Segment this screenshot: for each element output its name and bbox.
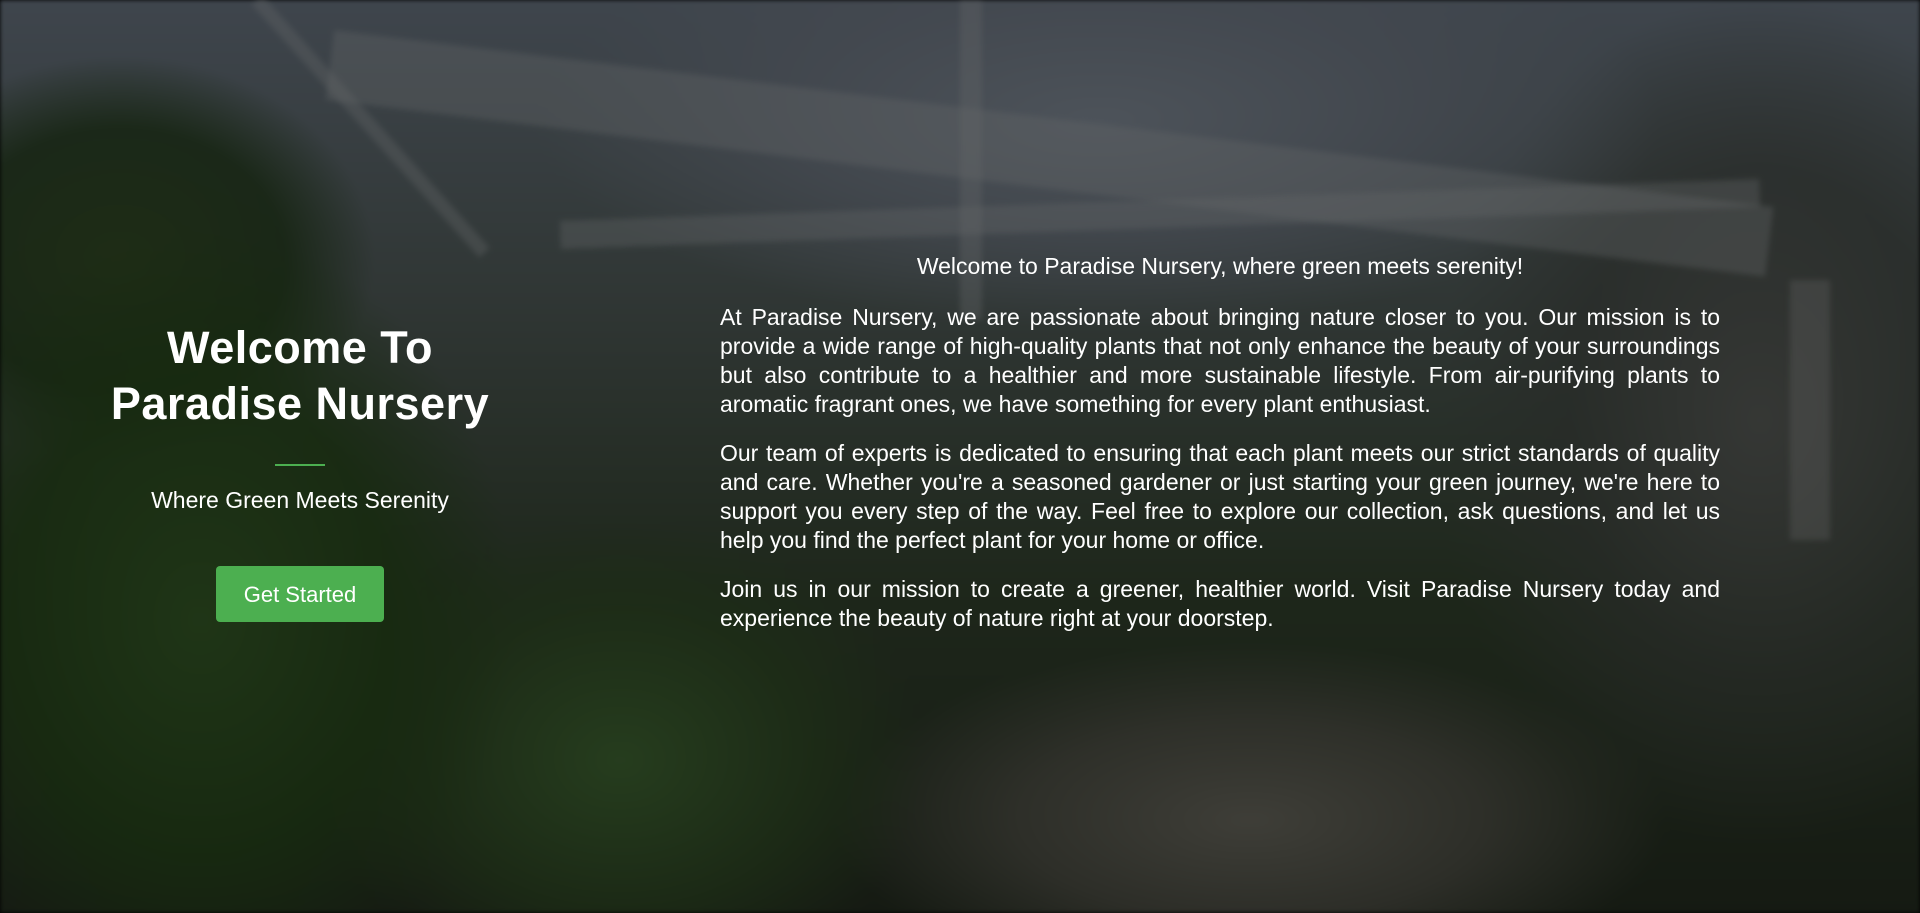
get-started-button[interactable]: Get Started: [216, 566, 384, 622]
about-paragraph-team: Our team of experts is dedicated to ensu…: [720, 440, 1720, 553]
hero-title: Welcome To Paradise Nursery: [0, 320, 600, 432]
hero-subtitle: Where Green Meets Serenity: [151, 487, 449, 513]
hero-section: Welcome To Paradise Nursery Where Green …: [0, 320, 600, 622]
title-divider: [275, 464, 325, 466]
hero-title-line-1: Welcome To: [167, 322, 433, 373]
landing-page: Welcome To Paradise Nursery Where Green …: [0, 0, 1920, 913]
about-intro: Welcome to Paradise Nursery, where green…: [916, 253, 1524, 279]
about-section: Welcome to Paradise Nursery, where green…: [720, 252, 1720, 653]
about-paragraph-join: Join us in our mission to create a green…: [720, 576, 1720, 631]
about-paragraph-mission: At Paradise Nursery, we are passionate a…: [720, 304, 1720, 417]
hero-title-line-2: Paradise Nursery: [110, 378, 490, 429]
